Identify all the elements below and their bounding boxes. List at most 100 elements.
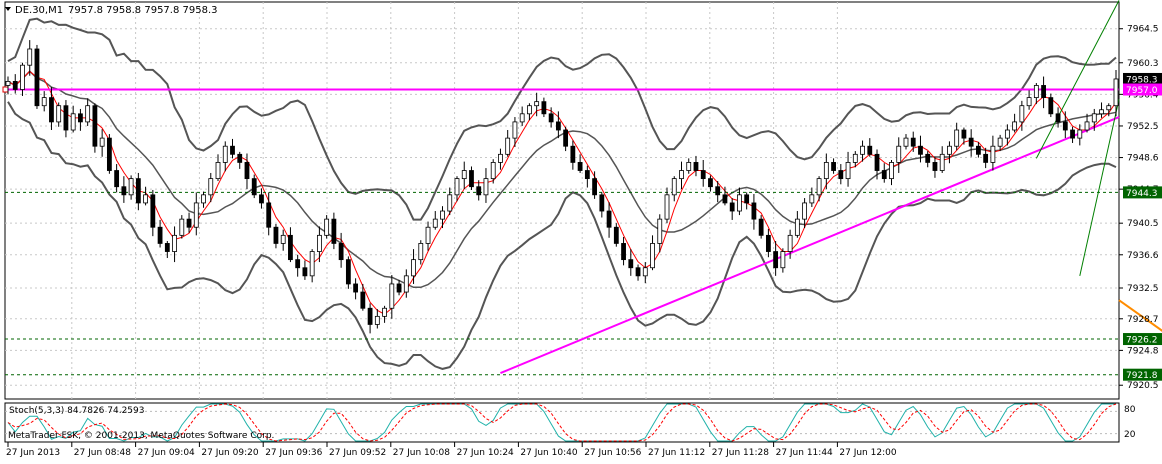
candle-body [476, 186, 482, 196]
candle-body [56, 105, 62, 123]
candle-body [903, 137, 909, 147]
candle-body [63, 105, 69, 131]
candle-body [794, 218, 800, 236]
candle-body [541, 101, 547, 115]
candle-body [1113, 78, 1119, 107]
level-price-label: 7944.3 [1126, 189, 1158, 199]
candle-body [686, 162, 692, 171]
candle-body [708, 178, 713, 188]
time-axis-label: 27 Jun 11:12 [648, 448, 705, 458]
candle-body [563, 129, 569, 147]
candle-body [389, 283, 395, 309]
candle-body [628, 259, 634, 269]
candle-body [729, 202, 735, 212]
candle-body [157, 226, 163, 244]
resistance-price-label: 7957.0 [1126, 86, 1158, 96]
candle-body [773, 251, 779, 269]
candle-body [469, 170, 474, 188]
candle-body [584, 170, 590, 180]
candle-body [273, 226, 279, 244]
price-tick-label: 7920.5 [1127, 381, 1159, 391]
price-tick-label: 7960.3 [1127, 59, 1159, 69]
candle-body [114, 170, 120, 188]
candle-body [1019, 105, 1025, 123]
candle-body [512, 121, 518, 139]
candle-body [570, 145, 576, 163]
candle-body [976, 145, 981, 155]
candle-body [664, 194, 670, 220]
candle-body [1077, 129, 1083, 139]
candle-body [12, 81, 18, 90]
copyright-text: MetaTrader FSK, © 2001-2013, MetaQuotes … [8, 431, 274, 441]
candle-body [910, 137, 916, 147]
candle-body [208, 178, 214, 196]
candle-body [671, 178, 677, 196]
candle-body [1012, 121, 1018, 131]
candle-body [135, 178, 141, 204]
candle-body [657, 218, 663, 244]
time-axis-label: 27 Jun 09:52 [329, 448, 386, 458]
candle-body [179, 218, 185, 236]
candle-body [867, 145, 873, 155]
candle-body [78, 113, 83, 123]
candle-body [693, 162, 699, 171]
candle-body [382, 307, 387, 317]
candle-body [889, 162, 894, 180]
candle-body [548, 113, 554, 123]
time-axis-label: 27 Jun 09:20 [201, 448, 258, 458]
candle-body [650, 243, 655, 269]
candle-body [5, 81, 11, 86]
candle-body [237, 153, 243, 163]
candle-body [1026, 97, 1032, 107]
candle-body [85, 105, 91, 123]
candle-body [881, 170, 887, 180]
time-axis-label: 27 Jun 10:40 [520, 448, 577, 458]
candle-body [939, 153, 945, 171]
candle-body [490, 162, 496, 180]
candle-body [621, 243, 626, 261]
candle-body [128, 178, 134, 196]
price-tick-label: 7928.7 [1127, 315, 1159, 325]
resistance-line-anchor[interactable] [2, 86, 9, 93]
candle-body [244, 162, 250, 180]
candle-body [954, 129, 960, 147]
candle-body [447, 194, 453, 212]
candle-body [519, 113, 525, 123]
price-tick-label: 7964.5 [1127, 25, 1159, 35]
candle-body [845, 162, 851, 180]
candle-body [577, 162, 583, 171]
candle-body [425, 226, 431, 244]
candle-body [360, 291, 366, 309]
candle-body [1041, 85, 1046, 99]
candle-body [454, 178, 460, 196]
candle-body [925, 153, 931, 163]
candle-body [1004, 129, 1010, 139]
candle-body [150, 194, 156, 228]
candle-body [758, 218, 764, 236]
candle-body [418, 243, 424, 261]
candle-body [592, 178, 597, 196]
candle-body [780, 251, 786, 269]
candle-body [295, 259, 301, 269]
candle-body [201, 194, 206, 204]
chart-canvas[interactable]: 7964.57960.37956.47952.57948.67944.77940… [0, 0, 1162, 460]
candle-body [230, 145, 235, 155]
candle-body [309, 251, 315, 277]
price-tick-label: 7948.6 [1127, 154, 1159, 164]
candle-body [259, 194, 264, 204]
candle-body [599, 194, 605, 212]
candle-body [70, 113, 76, 131]
candle-body [968, 137, 974, 147]
candle-body [997, 137, 1003, 147]
candle-body [534, 101, 540, 107]
candle-body [331, 218, 337, 244]
candle-body [143, 194, 148, 204]
candle-body [765, 234, 771, 252]
candle-body [1033, 85, 1039, 99]
candle-body [121, 186, 127, 196]
candle-body [222, 145, 228, 163]
time-axis-label: 27 Jun 09:36 [265, 448, 322, 458]
stoch-axis-label-80: 80 [1124, 405, 1136, 415]
stoch-axis-label-20: 20 [1124, 430, 1136, 440]
candle-body [1062, 121, 1068, 131]
